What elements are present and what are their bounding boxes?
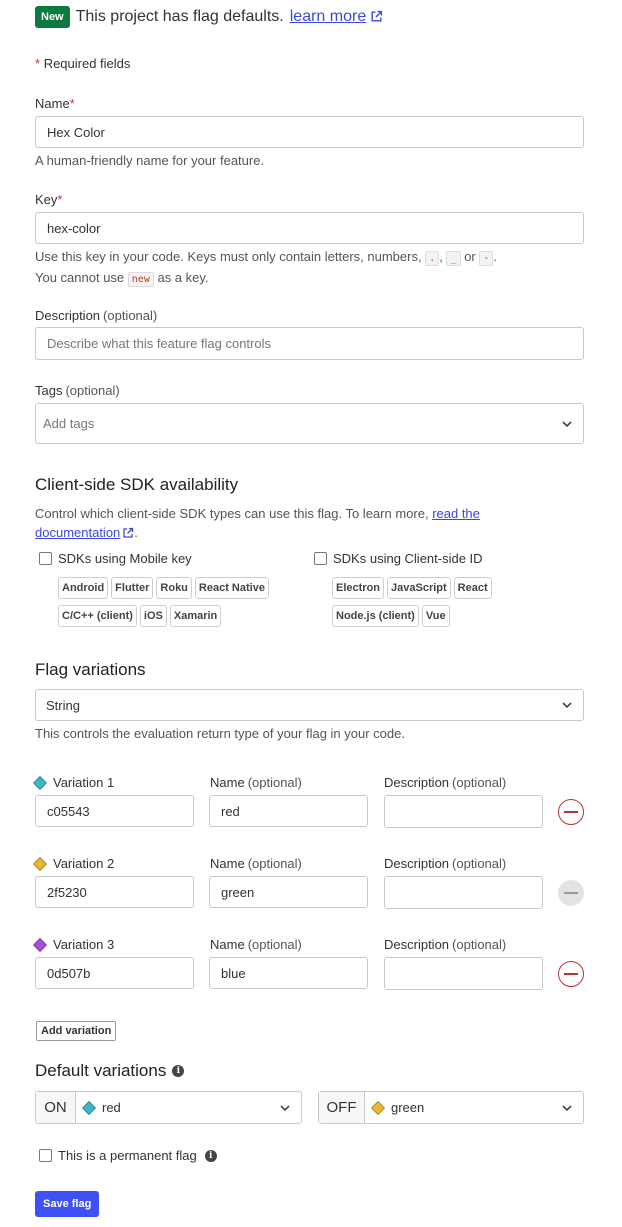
variation-description-input[interactable] (384, 795, 543, 828)
sdk-tag: Android (58, 577, 109, 599)
variation-name-label: Name (optional) (210, 856, 302, 871)
variation-description-input[interactable] (384, 957, 543, 990)
flag-defaults-banner: New This project has flag defaults. lear… (35, 6, 383, 28)
variation-color-icon (32, 937, 48, 952)
variation-name-input[interactable] (209, 957, 368, 989)
add-variation-button[interactable]: Add variation (36, 1021, 117, 1041)
sdk-tag: JavaScript (387, 577, 451, 599)
default-off-value: green (391, 1100, 425, 1115)
permanent-flag-checkbox[interactable] (39, 1149, 52, 1162)
name-hint: A human-friendly name for your feature. (35, 153, 265, 168)
variation-color-icon (32, 775, 48, 790)
sdk-tag: Roku (156, 577, 192, 599)
sdk-heading: Client-side SDK availability (35, 475, 239, 494)
sdk-tag: Electron (332, 577, 385, 599)
sdk-tag: React Native (194, 577, 269, 599)
external-link-icon (371, 10, 383, 22)
learn-more-link[interactable]: learn more (290, 8, 383, 26)
variation-name-label: Name (optional) (210, 775, 302, 790)
default-variations-heading: Default variations i (35, 1061, 185, 1081)
variation-label: Variation 2 (32, 856, 114, 871)
mobile-key-label: SDKs using Mobile key (58, 551, 192, 566)
variation-label: Variation 1 (32, 775, 114, 790)
documentation-link[interactable]: documentation (35, 525, 134, 540)
key-input[interactable] (35, 212, 584, 244)
key-label: Key* (35, 192, 63, 207)
minus-icon (564, 811, 578, 813)
mobile-sdk-tags: Android Flutter Roku React Native C/C++ (cli… (58, 577, 298, 633)
variation-value-input[interactable] (35, 957, 194, 989)
info-icon[interactable]: i (172, 1065, 185, 1077)
permanent-flag-row[interactable]: This is a permanent flag i (39, 1148, 217, 1163)
chevron-down-icon (562, 1104, 572, 1111)
new-badge: New (35, 6, 70, 28)
name-input[interactable] (35, 116, 584, 148)
mobile-key-checkbox-row[interactable]: SDKs using Mobile key (39, 551, 192, 566)
variation-name-input[interactable] (209, 876, 368, 908)
chevron-down-icon (280, 1104, 290, 1111)
required-fields-note: * Required fields (35, 56, 131, 71)
description-label: Description (optional) (35, 308, 158, 323)
sdk-tag: Xamarin (169, 605, 222, 627)
variation-label: Variation 3 (32, 937, 114, 952)
external-link-icon (123, 527, 134, 538)
tags-placeholder: Add tags (43, 416, 95, 431)
description-input[interactable] (35, 327, 584, 360)
remove-variation-button[interactable] (558, 799, 584, 825)
chevron-down-icon (562, 702, 572, 709)
sdk-tag: Vue (421, 605, 450, 627)
variation-value-input[interactable] (35, 795, 194, 827)
variation-value-input[interactable] (35, 876, 194, 908)
remove-variation-button-disabled (558, 880, 584, 906)
flag-variations-heading: Flag variations (35, 660, 146, 679)
variation-color-icon (81, 1100, 97, 1115)
remove-variation-button[interactable] (558, 961, 584, 987)
variation-color-icon (370, 1100, 386, 1115)
variation-description-label: Description (optional) (384, 937, 507, 952)
variation-name-label: Name (optional) (210, 937, 302, 952)
variation-name-input[interactable] (209, 795, 368, 827)
variation-description-label: Description (optional) (384, 856, 507, 871)
minus-icon (564, 892, 578, 894)
minus-icon (564, 973, 578, 975)
default-off-select[interactable]: OFF green (318, 1091, 584, 1124)
client-sdk-tags: Electron JavaScript React Node.js (client) V… (332, 577, 532, 633)
variation-type-value: String (46, 697, 80, 713)
off-prefix: OFF (319, 1092, 365, 1123)
variation-description-label: Description (optional) (384, 775, 507, 790)
tags-select[interactable]: Add tags (35, 403, 584, 444)
sdk-tag: iOS (139, 605, 167, 627)
mobile-key-checkbox[interactable] (39, 552, 52, 565)
sdk-description: Control which client-side SDK types can … (35, 506, 480, 540)
client-id-checkbox[interactable] (314, 552, 327, 565)
variation-description-input[interactable] (384, 876, 543, 909)
banner-text: This project has flag defaults. (75, 8, 284, 25)
read-docs-link[interactable]: read the (432, 506, 480, 521)
info-icon[interactable]: i (204, 1149, 217, 1162)
variation-type-select[interactable]: String (35, 689, 584, 721)
tags-label: Tags (optional) (35, 383, 120, 398)
key-hint: Use this key in your code. Keys must onl… (35, 249, 497, 287)
chevron-down-icon (562, 420, 572, 427)
client-id-checkbox-row[interactable]: SDKs using Client-side ID (314, 551, 483, 566)
name-label: Name* (35, 96, 75, 111)
variation-color-icon (32, 856, 48, 871)
save-flag-button[interactable]: Save flag (35, 1191, 100, 1217)
variation-type-hint: This controls the evaluation return type… (35, 726, 405, 741)
sdk-tag: Flutter (111, 577, 154, 599)
permanent-flag-label: This is a permanent flag (58, 1148, 197, 1163)
client-id-label: SDKs using Client-side ID (333, 551, 483, 566)
on-prefix: ON (36, 1092, 76, 1123)
default-on-select[interactable]: ON red (35, 1091, 302, 1124)
sdk-tag: React (453, 577, 492, 599)
sdk-tag: Node.js (client) (332, 605, 419, 627)
default-on-value: red (102, 1100, 121, 1115)
sdk-tag: C/C++ (client) (58, 605, 137, 627)
